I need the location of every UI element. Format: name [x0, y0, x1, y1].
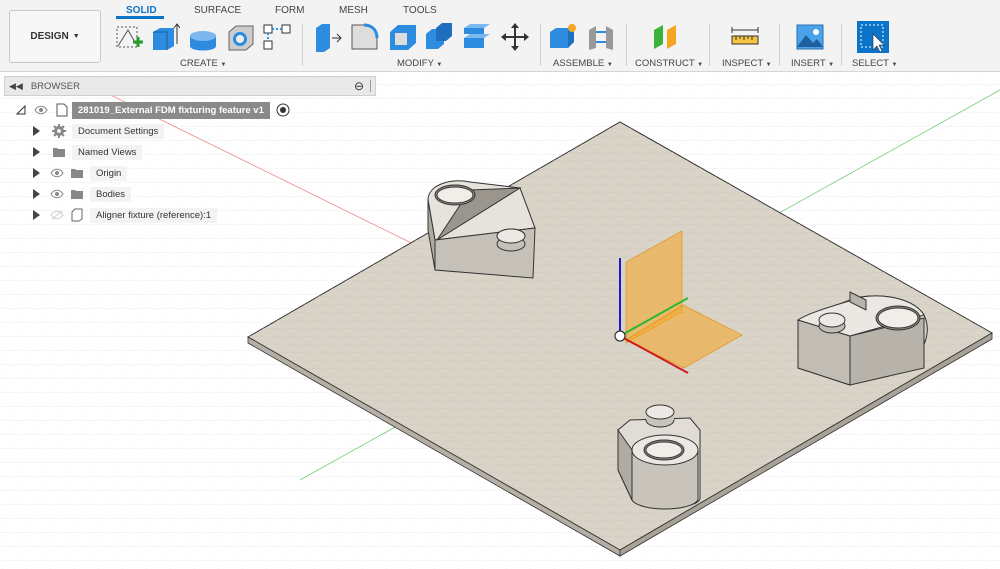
folder-icon — [71, 169, 83, 178]
browser-panel: ◀◀ BROWSER ⊖ 281019_External FDM fixturi… — [0, 76, 378, 232]
shell-icon[interactable] — [388, 22, 418, 52]
root-component-name: 281019_External FDM fixturing feature v1 — [72, 101, 270, 119]
fillet-icon[interactable] — [350, 22, 380, 52]
create-menu[interactable]: CREATE ▼ — [180, 58, 226, 69]
move-copy-icon[interactable] — [500, 22, 530, 52]
modify-menu[interactable]: MODIFY ▼ — [397, 58, 442, 69]
expand-arrow-icon[interactable] — [33, 168, 40, 178]
modify-menu-label: MODIFY — [397, 58, 434, 69]
select-icon[interactable] — [856, 20, 890, 54]
folder-icon — [71, 190, 83, 199]
browser-item-label: Origin — [90, 165, 128, 181]
toolbar-divider — [626, 24, 627, 66]
browser-item-aligner-fixture[interactable]: Aligner fixture (reference):1 — [33, 205, 218, 225]
browser-item-origin[interactable]: Origin — [33, 163, 128, 183]
create-menu-label: CREATE — [180, 58, 218, 69]
document-icon — [56, 103, 68, 117]
expand-arrow-icon[interactable] — [33, 147, 40, 157]
browser-header: ◀◀ BROWSER ⊖ — [4, 76, 376, 96]
folder-icon — [53, 148, 65, 157]
minimize-icon[interactable]: ⊖ — [354, 79, 364, 93]
joint-icon[interactable] — [586, 22, 616, 52]
browser-item-named-views[interactable]: Named Views — [33, 142, 143, 162]
workspace-label: DESIGN — [30, 31, 69, 42]
component-icon — [71, 208, 83, 222]
new-component-icon[interactable] — [548, 22, 578, 52]
browser-item-label: Aligner fixture (reference):1 — [90, 207, 218, 223]
collapse-triangle-icon[interactable] — [16, 105, 26, 115]
construct-menu-label: CONSTRUCT — [635, 58, 695, 69]
toolbar-divider — [841, 24, 842, 66]
chevron-down-icon: ▼ — [697, 62, 704, 68]
inspect-menu-label: INSPECT — [722, 58, 764, 69]
insert-image-icon[interactable] — [795, 22, 825, 52]
visibility-eye-icon[interactable] — [34, 105, 48, 115]
assemble-menu-label: ASSEMBLE — [553, 58, 605, 69]
assemble-menu[interactable]: ASSEMBLE ▼ — [553, 58, 613, 69]
active-tab-indicator — [116, 16, 164, 19]
expand-arrow-icon[interactable] — [33, 189, 40, 199]
expand-arrow-icon[interactable] — [33, 210, 40, 220]
workspace-switcher[interactable]: DESIGN ▼ — [9, 10, 101, 63]
visibility-eye-icon[interactable] — [50, 189, 64, 199]
revolve-icon[interactable] — [188, 22, 218, 52]
inspect-menu[interactable]: INSPECT ▼ — [722, 58, 772, 69]
insert-menu-label: INSERT — [791, 58, 826, 69]
visibility-eye-icon[interactable] — [50, 168, 64, 178]
browser-item-label: Bodies — [90, 186, 132, 202]
toolbar-divider — [540, 24, 541, 66]
browser-item-document-settings[interactable]: Document Settings — [33, 121, 165, 141]
toolbar-divider — [779, 24, 780, 66]
toolbar-divider — [709, 24, 710, 66]
create-sketch-icon[interactable] — [114, 22, 144, 52]
chevron-down-icon: ▼ — [220, 62, 227, 68]
tab-tools[interactable]: TOOLS — [403, 4, 437, 18]
press-pull-icon[interactable] — [312, 22, 342, 52]
toolbar-divider — [302, 24, 303, 66]
offset-plane-icon[interactable] — [651, 22, 681, 52]
tab-mesh[interactable]: MESH — [339, 4, 368, 18]
fusion-app-window: DESIGN ▼ SOLID SURFACE FORM MESH TOOLS C… — [0, 0, 1000, 569]
activate-radio-icon[interactable] — [276, 103, 290, 117]
align-icon[interactable] — [462, 22, 492, 52]
browser-item-bodies[interactable]: Bodies — [33, 184, 132, 204]
construct-menu[interactable]: CONSTRUCT ▼ — [635, 58, 703, 69]
browser-root-row[interactable]: 281019_External FDM fixturing feature v1 — [16, 100, 290, 120]
extrude-icon[interactable] — [150, 22, 180, 52]
collapse-panel-icon[interactable]: ◀◀ — [9, 81, 23, 92]
hole-icon[interactable] — [226, 22, 256, 52]
browser-title: BROWSER — [30, 80, 80, 92]
chevron-down-icon: ▼ — [765, 62, 772, 68]
chevron-down-icon: ▼ — [606, 62, 613, 68]
fixture-part-front[interactable] — [617, 404, 701, 510]
chevron-down-icon: ▼ — [828, 62, 835, 68]
tab-form[interactable]: FORM — [275, 4, 304, 18]
tab-surface[interactable]: SURFACE — [194, 4, 241, 18]
measure-icon[interactable] — [730, 22, 760, 52]
expand-arrow-icon[interactable] — [33, 126, 40, 136]
insert-menu[interactable]: INSERT ▼ — [791, 58, 834, 69]
pattern-icon[interactable] — [262, 22, 292, 52]
browser-item-label: Document Settings — [72, 123, 165, 139]
chevron-down-icon: ▼ — [891, 62, 898, 68]
ribbon-toolbar: DESIGN ▼ SOLID SURFACE FORM MESH TOOLS C… — [0, 0, 1000, 72]
select-menu-label: SELECT — [852, 58, 889, 69]
hidden-eye-icon[interactable] — [50, 210, 64, 220]
chevron-down-icon: ▼ — [436, 62, 443, 68]
select-menu[interactable]: SELECT ▼ — [852, 58, 897, 69]
browser-item-label: Named Views — [72, 144, 143, 160]
chevron-down-icon: ▼ — [72, 33, 80, 40]
gear-icon — [52, 124, 66, 138]
pin-icon[interactable] — [370, 80, 371, 92]
fixture-part-back[interactable] — [427, 180, 536, 279]
combine-icon[interactable] — [424, 22, 454, 52]
